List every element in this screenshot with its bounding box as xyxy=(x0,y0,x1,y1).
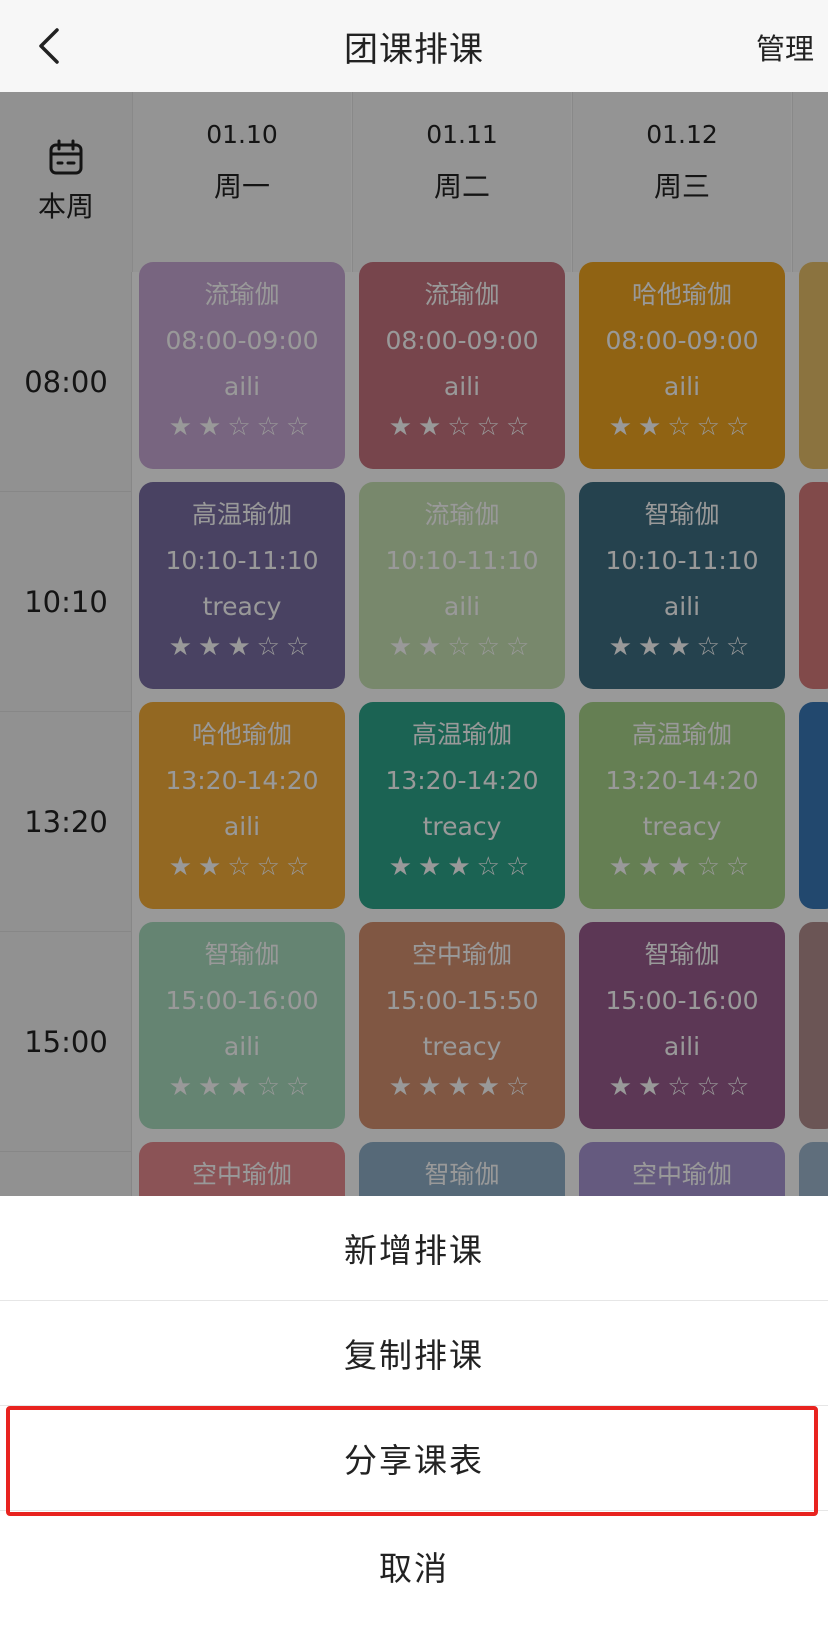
modal-backdrop[interactable] xyxy=(0,92,828,1196)
copy-schedule-button[interactable]: 复制排课 xyxy=(0,1301,828,1405)
page: 团课排课 管理 本周 01.10 周一 01.11 周二 01.12 周三 08… xyxy=(0,0,828,1632)
chevron-left-icon xyxy=(39,28,59,64)
page-title: 团课排课 xyxy=(344,29,484,70)
cancel-button[interactable]: 取消 xyxy=(0,1514,828,1618)
add-schedule-button[interactable]: 新增排课 xyxy=(0,1196,828,1300)
back-button[interactable] xyxy=(24,22,72,70)
top-nav-bar: 团课排课 管理 xyxy=(0,0,828,92)
divider xyxy=(0,1510,828,1511)
share-schedule-button[interactable]: 分享课表 xyxy=(0,1406,828,1510)
manage-button[interactable]: 管理 xyxy=(756,26,814,68)
action-sheet: 新增排课 复制排课 分享课表 取消 xyxy=(0,1196,828,1632)
